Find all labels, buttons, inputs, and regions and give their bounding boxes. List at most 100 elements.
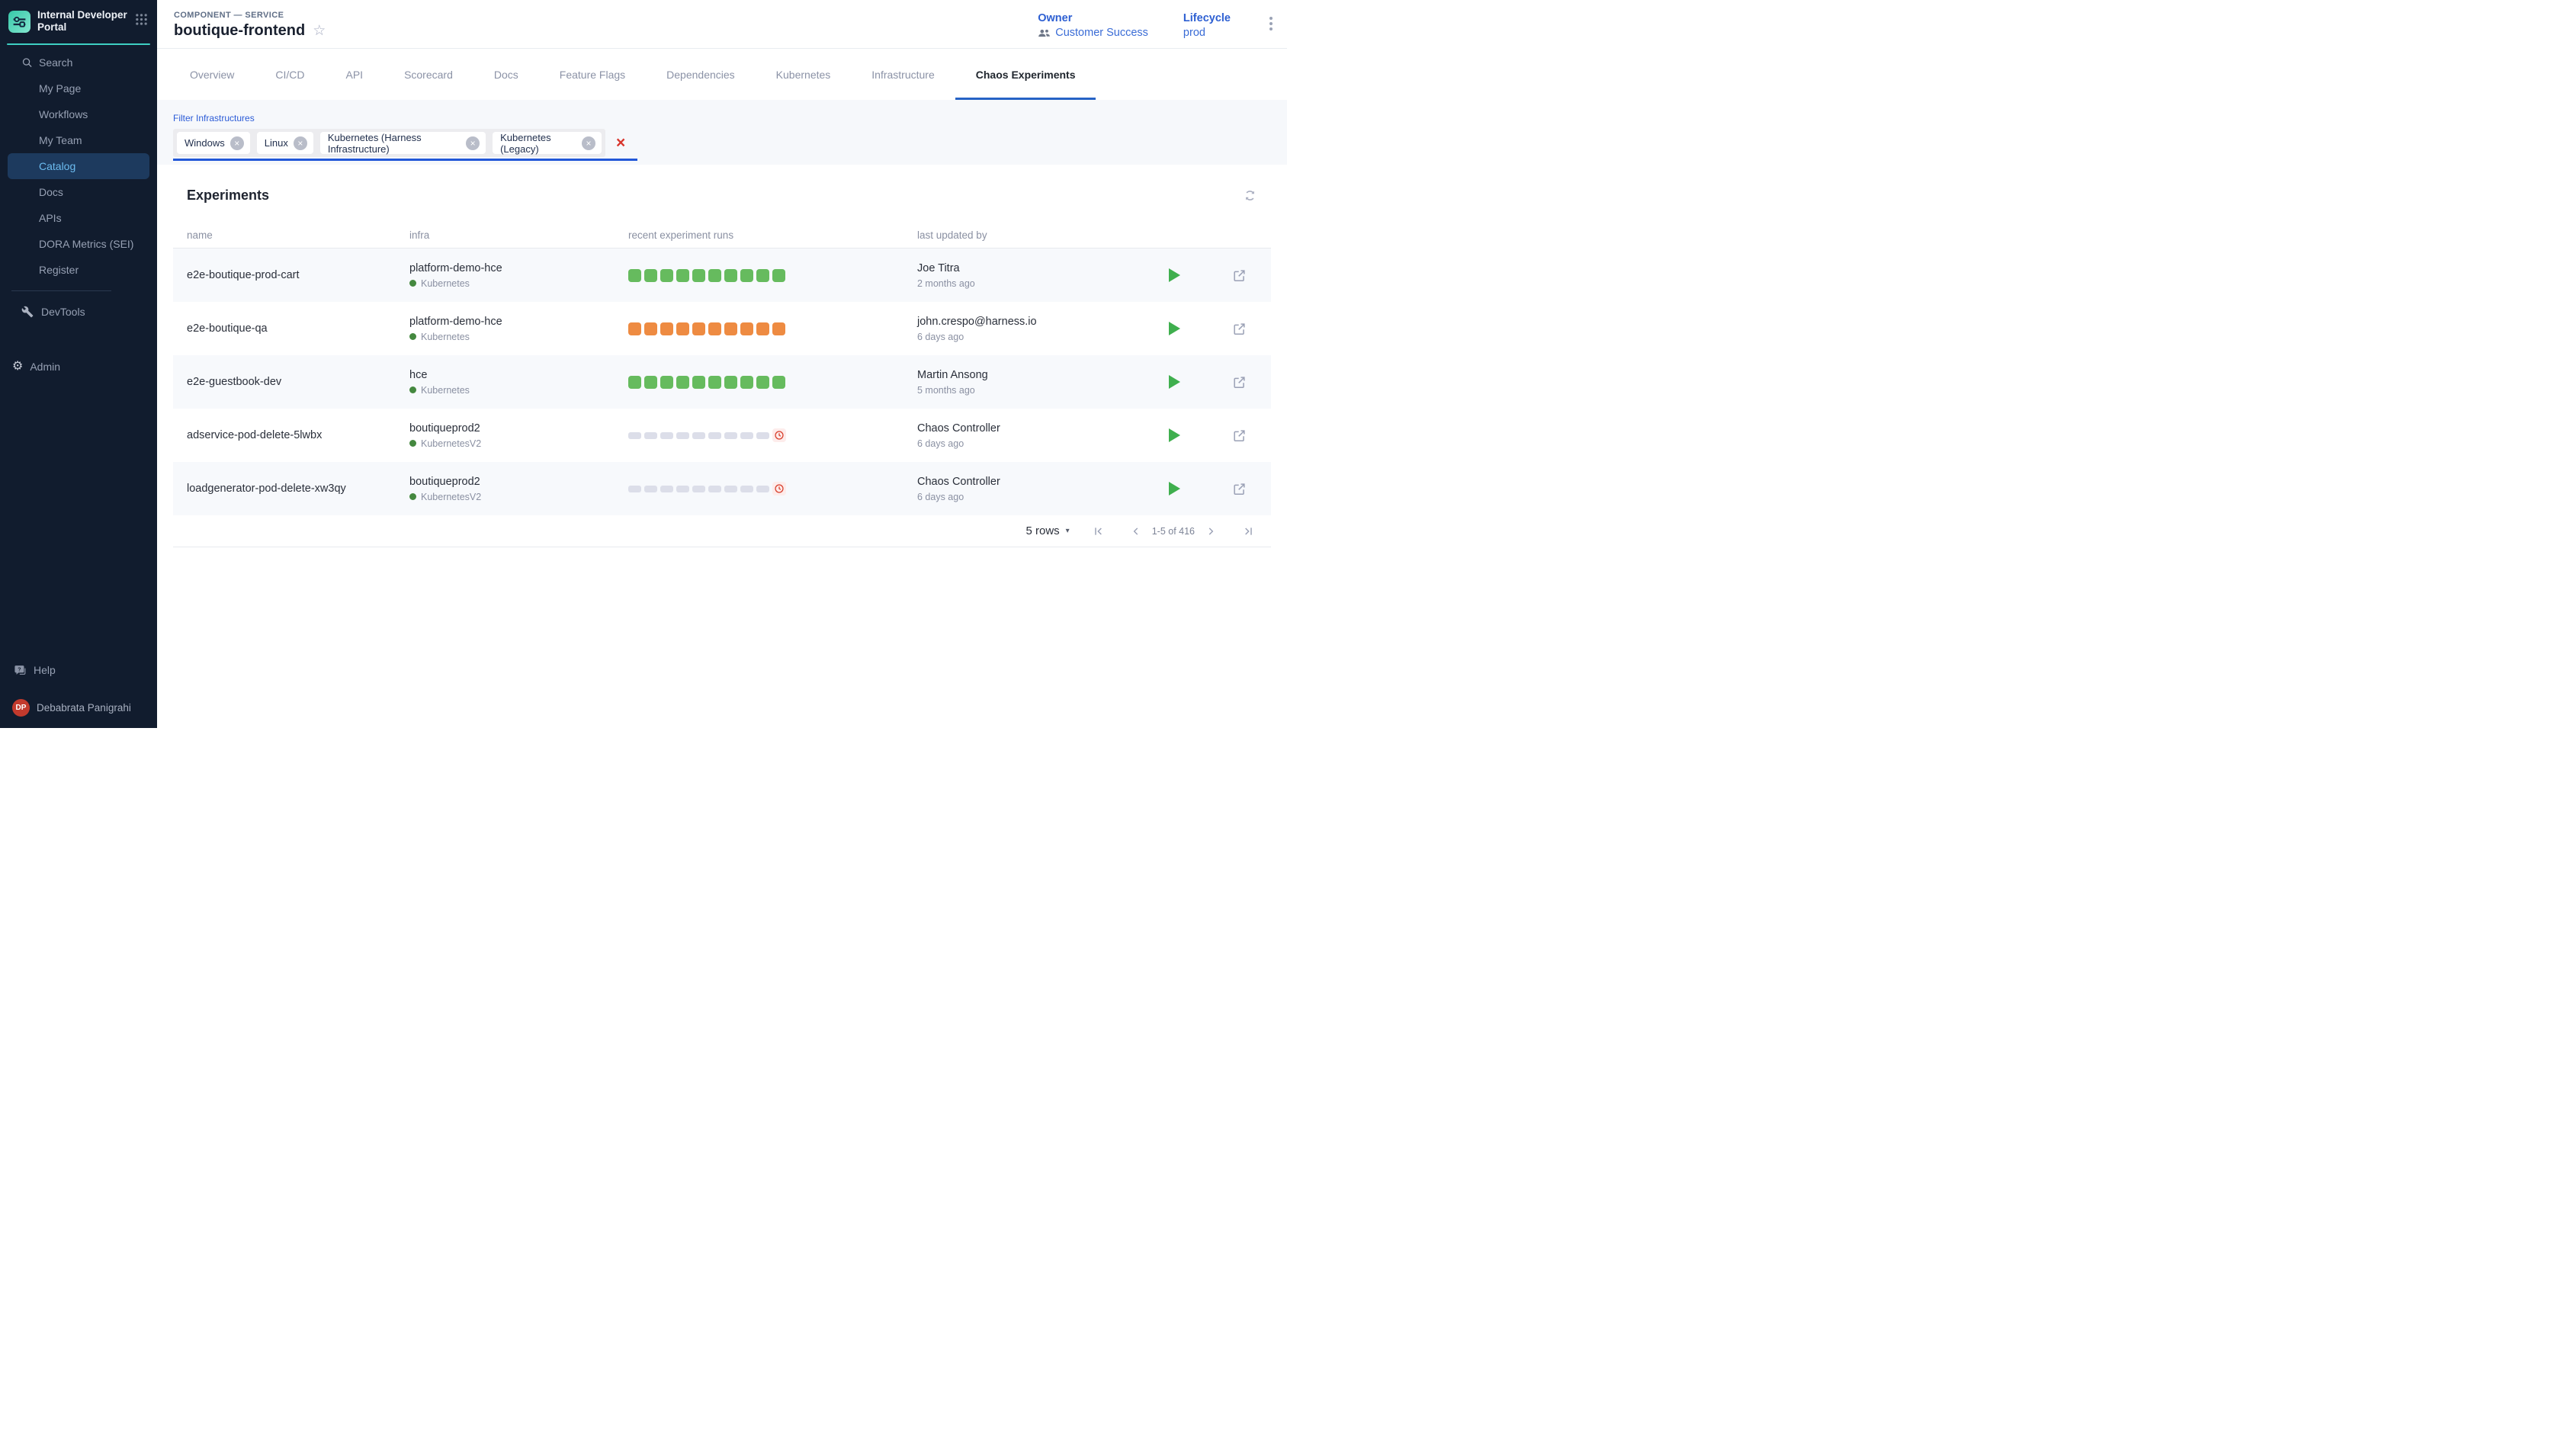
experiment-run-square[interactable]	[740, 322, 753, 335]
remove-chip-icon[interactable]: ×	[466, 136, 480, 150]
sidebar-item-help[interactable]: ? Help	[0, 657, 157, 683]
remove-chip-icon[interactable]: ×	[294, 136, 307, 150]
sidebar-item-apis[interactable]: APIs	[0, 205, 157, 231]
overdue-clock-icon[interactable]	[772, 428, 786, 442]
experiment-run-square[interactable]	[708, 269, 721, 282]
refresh-icon[interactable]	[1243, 188, 1257, 203]
experiment-run-square[interactable]	[692, 322, 705, 335]
experiment-row[interactable]: e2e-boutique-qa platform-demo-hce Kubern…	[173, 302, 1271, 355]
tab-dependencies[interactable]: Dependencies	[646, 49, 756, 100]
experiment-run-square[interactable]	[644, 269, 657, 282]
experiment-run-square[interactable]	[660, 269, 673, 282]
experiment-run-square[interactable]	[676, 486, 689, 492]
owner-link[interactable]: Customer Success	[1038, 27, 1148, 39]
experiment-run-square[interactable]	[660, 432, 673, 439]
tab-api[interactable]: API	[325, 49, 384, 100]
experiment-run-square[interactable]	[772, 269, 785, 282]
experiment-run-square[interactable]	[644, 486, 657, 492]
sidebar-item-workflows[interactable]: Workflows	[0, 101, 157, 127]
experiment-run-square[interactable]	[756, 432, 769, 439]
tab-infrastructure[interactable]: Infrastructure	[851, 49, 955, 100]
sidebar-item-docs[interactable]: Docs	[0, 179, 157, 205]
experiment-run-square[interactable]	[644, 322, 657, 335]
experiment-run-square[interactable]	[676, 432, 689, 439]
more-options-kebab-icon[interactable]	[1266, 12, 1276, 30]
experiment-run-square[interactable]	[708, 322, 721, 335]
first-page-button[interactable]	[1090, 522, 1108, 540]
clear-filters-button[interactable]: ×	[616, 135, 625, 151]
experiment-run-square[interactable]	[660, 486, 673, 492]
experiment-run-square[interactable]	[628, 432, 641, 439]
experiment-row[interactable]: adservice-pod-delete-5lwbx boutiqueprod2…	[173, 409, 1271, 462]
run-experiment-play-button[interactable]	[1169, 268, 1180, 282]
sidebar-item-catalog[interactable]: Catalog	[8, 153, 149, 179]
experiment-run-square[interactable]	[692, 269, 705, 282]
experiment-run-square[interactable]	[772, 376, 785, 389]
experiment-run-square[interactable]	[724, 432, 737, 439]
experiment-run-square[interactable]	[628, 269, 641, 282]
open-in-new-icon[interactable]	[1232, 322, 1247, 336]
run-experiment-play-button[interactable]	[1169, 322, 1180, 335]
open-in-new-icon[interactable]	[1232, 375, 1247, 390]
experiment-run-square[interactable]	[628, 376, 641, 389]
experiment-run-square[interactable]	[724, 269, 737, 282]
filter-input[interactable]: Windows×Linux×Kubernetes (Harness Infras…	[173, 129, 637, 161]
remove-chip-icon[interactable]: ×	[582, 136, 595, 150]
experiment-run-square[interactable]	[708, 486, 721, 492]
tab-overview[interactable]: Overview	[169, 49, 255, 100]
experiment-run-square[interactable]	[676, 269, 689, 282]
experiment-run-square[interactable]	[708, 432, 721, 439]
favorite-star-icon[interactable]: ☆	[313, 24, 326, 38]
run-experiment-play-button[interactable]	[1169, 482, 1180, 495]
sidebar-item-dora-metrics-sei-[interactable]: DORA Metrics (SEI)	[0, 231, 157, 257]
experiment-run-square[interactable]	[660, 322, 673, 335]
experiment-run-square[interactable]	[756, 322, 769, 335]
sidebar-item-register[interactable]: Register	[0, 257, 157, 283]
open-in-new-icon[interactable]	[1232, 268, 1247, 283]
experiment-run-square[interactable]	[756, 269, 769, 282]
experiment-run-square[interactable]	[740, 486, 753, 492]
experiment-run-square[interactable]	[676, 376, 689, 389]
experiment-run-square[interactable]	[708, 376, 721, 389]
experiment-row[interactable]: loadgenerator-pod-delete-xw3qy boutiquep…	[173, 462, 1271, 515]
sidebar-item-my-page[interactable]: My Page	[0, 75, 157, 101]
experiment-run-square[interactable]	[740, 432, 753, 439]
tab-docs[interactable]: Docs	[473, 49, 539, 100]
tab-scorecard[interactable]: Scorecard	[384, 49, 473, 100]
filter-infrastructures-label[interactable]: Filter Infrastructures	[173, 113, 1271, 123]
run-experiment-play-button[interactable]	[1169, 375, 1180, 389]
remove-chip-icon[interactable]: ×	[230, 136, 244, 150]
experiment-run-square[interactable]	[628, 322, 641, 335]
experiment-run-square[interactable]	[692, 376, 705, 389]
experiment-run-square[interactable]	[724, 322, 737, 335]
experiment-run-square[interactable]	[676, 322, 689, 335]
experiment-run-square[interactable]	[740, 269, 753, 282]
experiment-run-square[interactable]	[740, 376, 753, 389]
previous-page-button[interactable]	[1128, 523, 1144, 540]
sidebar-item-devtools[interactable]: DevTools	[0, 299, 157, 325]
last-page-button[interactable]	[1239, 522, 1257, 540]
tab-kubernetes[interactable]: Kubernetes	[756, 49, 852, 100]
experiment-run-square[interactable]	[772, 322, 785, 335]
sidebar-item-my-team[interactable]: My Team	[0, 127, 157, 153]
experiment-run-square[interactable]	[644, 432, 657, 439]
sidebar-item-admin[interactable]: ⚙ Admin	[0, 354, 157, 380]
experiment-run-square[interactable]	[724, 376, 737, 389]
tab-ci-cd[interactable]: CI/CD	[255, 49, 325, 100]
user-menu[interactable]: DP Debabrata Panigrahi	[0, 694, 157, 720]
open-in-new-icon[interactable]	[1232, 482, 1247, 496]
sidebar-item-search[interactable]: Search	[0, 50, 157, 75]
experiment-run-square[interactable]	[692, 432, 705, 439]
overdue-clock-icon[interactable]	[772, 482, 786, 495]
apps-grid-icon[interactable]	[135, 13, 148, 30]
next-page-button[interactable]	[1202, 523, 1219, 540]
experiment-run-square[interactable]	[644, 376, 657, 389]
experiment-run-square[interactable]	[756, 486, 769, 492]
experiment-run-square[interactable]	[692, 486, 705, 492]
experiment-row[interactable]: e2e-boutique-prod-cart platform-demo-hce…	[173, 249, 1271, 302]
experiment-row[interactable]: e2e-guestbook-dev hce Kubernetes Martin …	[173, 355, 1271, 409]
open-in-new-icon[interactable]	[1232, 428, 1247, 443]
experiment-run-square[interactable]	[660, 376, 673, 389]
run-experiment-play-button[interactable]	[1169, 428, 1180, 442]
tab-chaos-experiments[interactable]: Chaos Experiments	[955, 49, 1096, 100]
